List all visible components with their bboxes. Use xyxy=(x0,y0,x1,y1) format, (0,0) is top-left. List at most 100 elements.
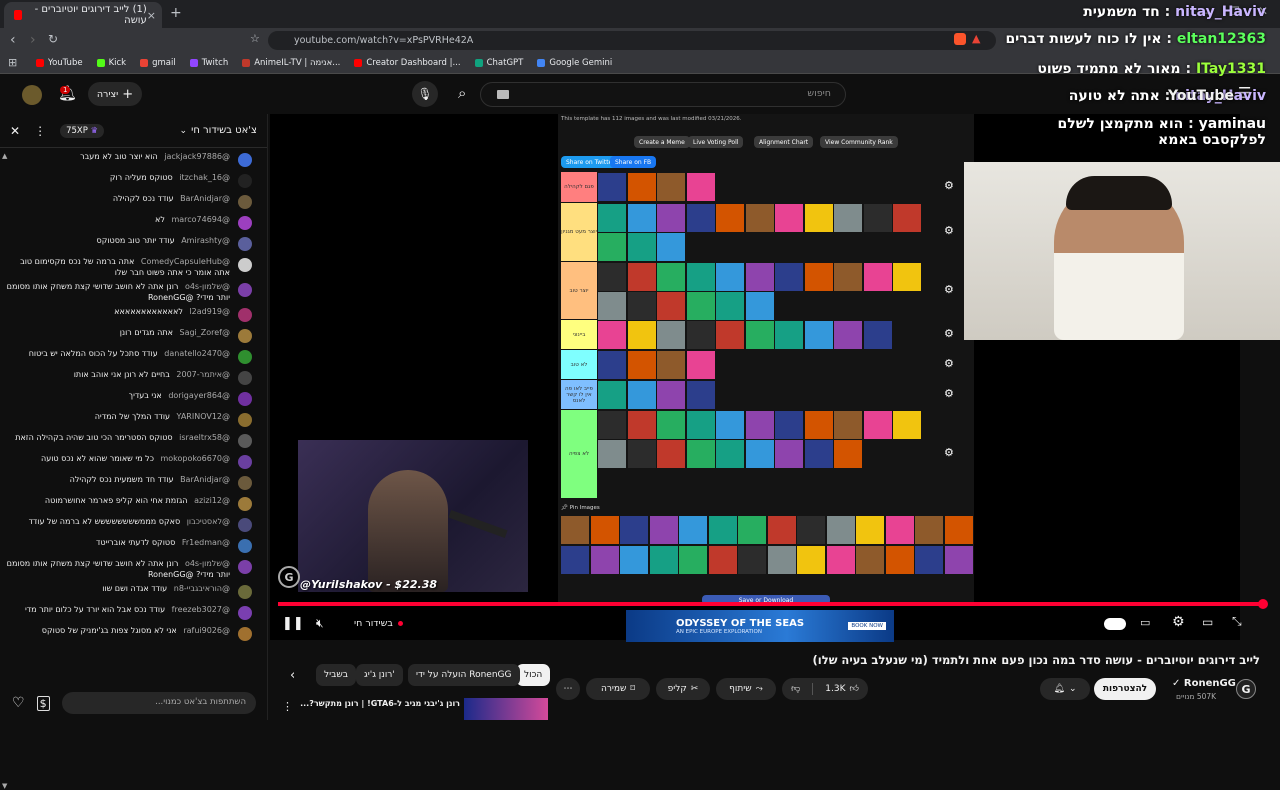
pin-image-thumbnail[interactable] xyxy=(885,546,914,574)
youtuber-thumbnail[interactable] xyxy=(863,204,892,232)
youtuber-thumbnail[interactable] xyxy=(598,411,626,439)
pin-image-thumbnail[interactable] xyxy=(708,516,737,544)
chat-avatar[interactable] xyxy=(238,329,252,343)
youtuber-thumbnail[interactable] xyxy=(686,440,715,468)
chat-message[interactable]: @israeltrx58 סטוקס הסטרימר הכי טוב שהיה … xyxy=(0,431,262,452)
chat-author[interactable]: @mokopoko6670 xyxy=(160,454,230,463)
youtuber-thumbnail[interactable] xyxy=(834,321,862,349)
pin-image-thumbnail[interactable] xyxy=(856,546,884,574)
chat-avatar[interactable] xyxy=(238,497,252,511)
youtube-logo[interactable]: YouTube xyxy=(1168,88,1234,104)
tier-settings-icon[interactable]: ⚙ xyxy=(944,357,954,370)
youtuber-thumbnail[interactable] xyxy=(716,204,744,232)
youtuber-thumbnail[interactable] xyxy=(657,381,685,409)
bookmark-gemini[interactable]: Google Gemini xyxy=(537,58,612,68)
chat-message[interactable]: @rafui9026 אני לא מסוגל צפות בג'ימניק של… xyxy=(0,624,262,645)
search-input[interactable]: חיפוש xyxy=(480,82,846,107)
tier-label[interactable]: פגם לקהילה xyxy=(561,172,597,202)
scroll-down-icon[interactable]: ▼ xyxy=(2,782,7,790)
browser-tab[interactable]: (1) לייב דירוגים יוטיוברים - עושה × xyxy=(4,2,162,28)
chat-avatar[interactable] xyxy=(238,371,252,385)
chat-more-icon[interactable]: ⋮ xyxy=(34,124,46,138)
autoplay-toggle[interactable] xyxy=(1104,618,1126,630)
chat-mode-dropdown[interactable]: צ'אט בשידור חי ⌄ xyxy=(180,125,257,136)
youtuber-thumbnail[interactable] xyxy=(598,351,626,379)
chat-author[interactable]: @BarAnidjar xyxy=(180,475,230,484)
pause-icon[interactable]: ❚❚ xyxy=(282,616,304,631)
chat-message[interactable]: @BarAnidjar עודד נכס לקהילה xyxy=(0,192,262,213)
pin-image-thumbnail[interactable] xyxy=(738,516,766,544)
chat-avatar[interactable] xyxy=(238,455,252,469)
chat-avatar[interactable] xyxy=(238,258,252,272)
chat-author[interactable]: @danatello2470 xyxy=(164,349,230,358)
live-voting-button[interactable]: Live Voting Poll xyxy=(688,136,744,148)
youtuber-thumbnail[interactable] xyxy=(598,173,626,201)
pin-image-thumbnail[interactable] xyxy=(561,546,589,574)
youtuber-thumbnail[interactable] xyxy=(745,263,774,291)
chat-message[interactable]: @שלמון-o4s רונן אתה לא חושב שדושי קצת מש… xyxy=(0,557,262,582)
live-indicator[interactable]: בשידור חי xyxy=(354,618,403,629)
forward-icon[interactable]: › xyxy=(30,32,36,48)
youtuber-thumbnail[interactable] xyxy=(686,381,715,409)
chat-avatar[interactable] xyxy=(238,216,252,230)
youtuber-thumbnail[interactable] xyxy=(745,411,774,439)
chat-avatar[interactable] xyxy=(238,308,252,322)
chat-avatar[interactable] xyxy=(238,518,252,532)
youtuber-thumbnail[interactable] xyxy=(627,351,656,379)
youtuber-thumbnail[interactable] xyxy=(716,321,744,349)
youtuber-thumbnail[interactable] xyxy=(893,204,921,232)
chat-author[interactable]: @dorigayer864 xyxy=(168,391,230,400)
youtuber-thumbnail[interactable] xyxy=(834,204,862,232)
subscribed-bell-button[interactable]: 🔔︎ ⌄ xyxy=(1040,678,1090,700)
youtuber-thumbnail[interactable] xyxy=(598,292,626,320)
chat-message[interactable]: @לאסטיכבון סאקס מממשששששששש לא ברמה של ע… xyxy=(0,515,262,536)
pin-image-thumbnail[interactable] xyxy=(826,546,855,574)
save-button[interactable]: שמירה ⌑ xyxy=(586,678,650,700)
chat-author[interactable]: @ComedyCapsuleHub xyxy=(141,257,230,266)
chat-author[interactable]: @rafui9026 xyxy=(183,626,230,635)
alignment-chart-button[interactable]: Alignment Chart xyxy=(754,136,814,148)
youtuber-thumbnail[interactable] xyxy=(686,173,715,201)
youtuber-thumbnail[interactable] xyxy=(745,292,774,320)
chat-message[interactable]: @הוראיבגביי-n8 עודד אגדה ושם שוו xyxy=(0,582,262,603)
youtuber-thumbnail[interactable] xyxy=(627,173,656,201)
youtuber-thumbnail[interactable] xyxy=(686,204,715,232)
bookmark-youtube[interactable]: YouTube xyxy=(36,58,83,68)
youtuber-thumbnail[interactable] xyxy=(745,440,774,468)
youtuber-thumbnail[interactable] xyxy=(804,321,833,349)
youtuber-thumbnail[interactable] xyxy=(598,204,626,232)
search-icon[interactable]: ⌕ xyxy=(458,84,466,102)
chat-author[interactable]: @BarAnidjar xyxy=(180,194,230,203)
youtuber-thumbnail[interactable] xyxy=(686,351,715,379)
chat-author[interactable]: @l2ad919 xyxy=(189,307,230,316)
more-actions-button[interactable]: ⋯ xyxy=(556,678,580,700)
bookmark-star-icon[interactable]: ☆ xyxy=(250,32,260,45)
chat-author[interactable]: @Fr1edman xyxy=(182,538,230,547)
clip-button[interactable]: קליפ ✂ xyxy=(656,678,710,700)
like-dislike-button[interactable]: 👎︎ 1.3K 👍︎ xyxy=(782,678,868,700)
chat-author[interactable]: @לאסטיכבון xyxy=(187,517,230,526)
chat-message[interactable]: @mokopoko6670 כל מי שאומר שהוא לא נכס טו… xyxy=(0,452,262,473)
youtuber-thumbnail[interactable] xyxy=(745,321,774,349)
youtuber-thumbnail[interactable] xyxy=(598,233,626,261)
chat-avatar[interactable] xyxy=(238,434,252,448)
youtuber-thumbnail[interactable] xyxy=(686,263,715,291)
pin-image-thumbnail[interactable] xyxy=(826,516,855,544)
apps-grid-icon[interactable]: ⊞ xyxy=(8,56,17,69)
ad-banner[interactable]: ODYSSEY OF THE SEAS AN EPIC EUROPE EXPLO… xyxy=(626,610,894,642)
account-avatar[interactable] xyxy=(22,85,42,105)
chat-message[interactable]: @Amirashty עודד יותר טוב מסטוקס xyxy=(0,234,262,255)
chat-avatar[interactable] xyxy=(238,413,252,427)
pin-image-thumbnail[interactable] xyxy=(708,546,737,574)
captions-icon[interactable]: ▭ xyxy=(1140,616,1150,629)
tier-label[interactable]: ביינוני xyxy=(561,320,597,349)
chip-for-you[interactable]: בשביל xyxy=(316,664,356,686)
chat-message[interactable]: @dorigayer864 אני בעדיך xyxy=(0,389,262,410)
youtuber-thumbnail[interactable] xyxy=(686,321,715,349)
pin-image-thumbnail[interactable] xyxy=(649,546,678,574)
youtuber-thumbnail[interactable] xyxy=(893,263,921,291)
pin-image-thumbnail[interactable] xyxy=(915,516,943,544)
youtuber-thumbnail[interactable] xyxy=(834,411,862,439)
chat-message[interactable]: @YARINOV12 עודד המלך של המדיה xyxy=(0,410,262,431)
youtuber-thumbnail[interactable] xyxy=(657,321,685,349)
